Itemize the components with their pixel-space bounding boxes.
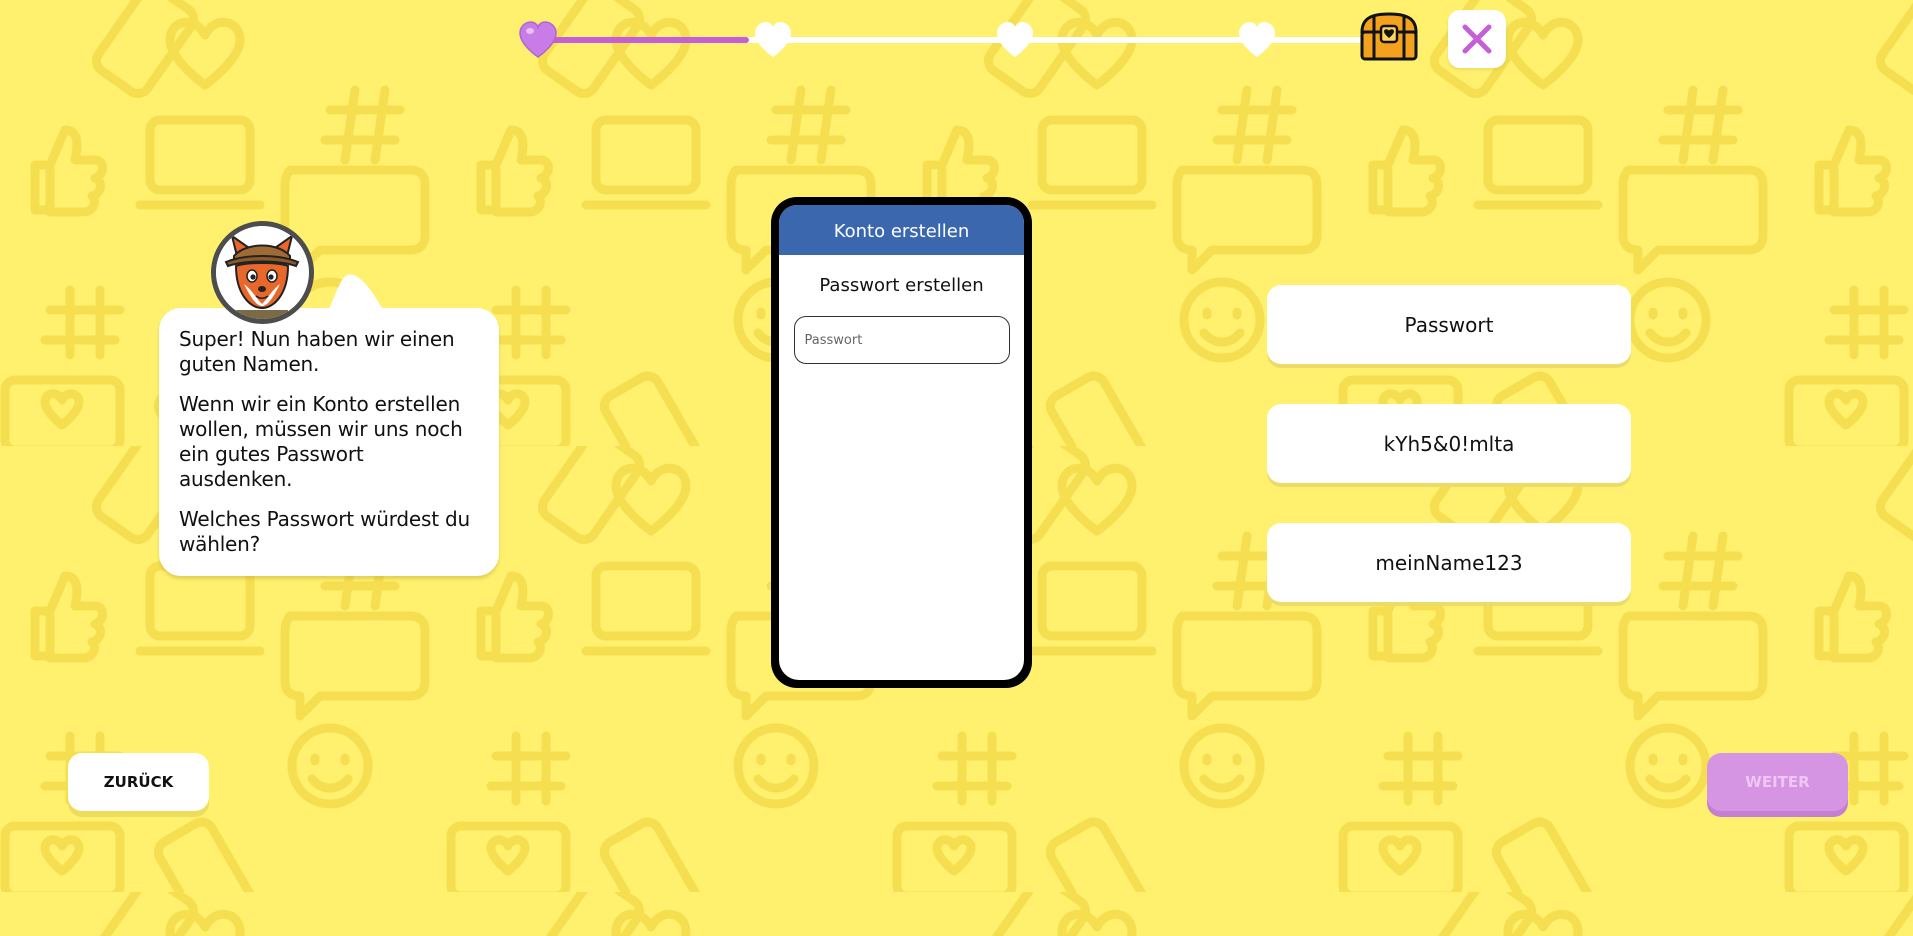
heart-icon [997, 22, 1033, 57]
bubble-text-1: Super! Nun haben wir einen guten Namen. [179, 327, 455, 376]
phone-header: Konto erstellen [779, 205, 1024, 255]
bubble-text-2: Wenn wir ein Konto erstellen wollen, müs… [179, 392, 463, 491]
heart-icon-filled [519, 21, 557, 58]
option-button[interactable]: Passwort [1267, 285, 1631, 364]
phone-mockup: Konto erstellen Passwort erstellen [771, 197, 1032, 688]
speech-bubble: Super! Nun haben wir einen guten Namen. … [159, 308, 499, 576]
option-button[interactable]: kYh5&0!mlta [1267, 404, 1631, 483]
progress-fill [532, 37, 749, 43]
progress-bar [518, 10, 1418, 66]
phone-subtitle: Passwort erstellen [819, 275, 984, 296]
back-button[interactable]: ZURÜCK [68, 753, 209, 811]
treasure-chest-icon [1360, 12, 1418, 61]
fox-avatar [211, 221, 314, 324]
option-button[interactable]: meinName123 [1267, 523, 1631, 602]
close-icon [1462, 24, 1492, 54]
phone-screen: Konto erstellen Passwort erstellen [779, 205, 1024, 680]
password-input[interactable] [793, 316, 1010, 364]
heart-icon [755, 22, 791, 57]
bubble-text-3: Welches Passwort würdest du wählen? [179, 507, 470, 556]
close-button[interactable] [1448, 10, 1506, 68]
next-button[interactable]: WEITER [1707, 753, 1848, 811]
heart-icon [1239, 22, 1275, 57]
